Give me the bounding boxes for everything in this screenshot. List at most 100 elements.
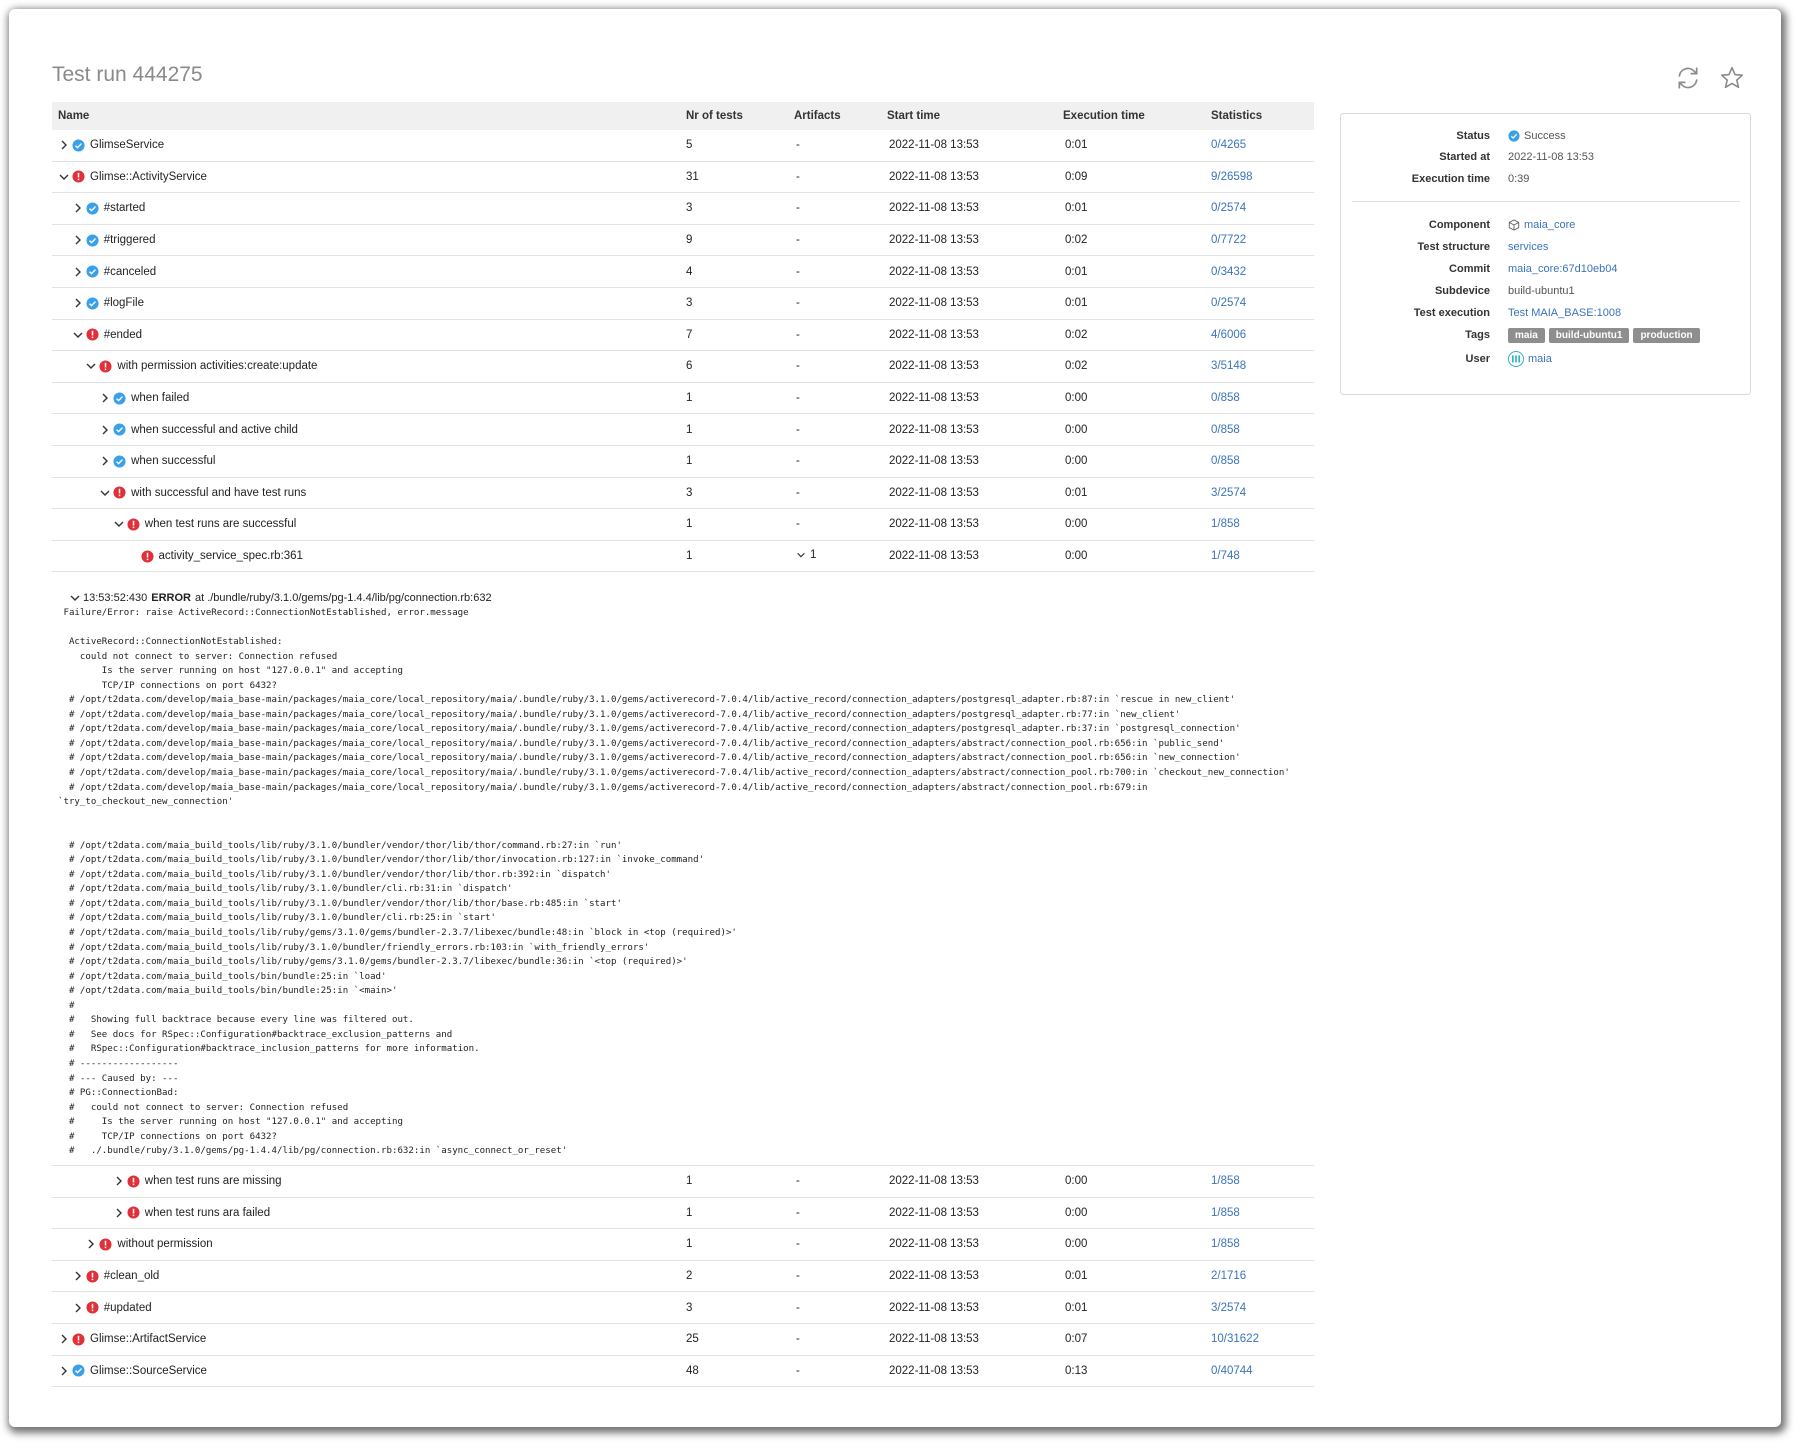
- test-name[interactable]: when successful and active child: [131, 424, 298, 436]
- column-header-statistics[interactable]: Statistics: [1205, 110, 1314, 122]
- log-header[interactable]: 13:53:52:430 ERROR at ./bundle/ruby/3.1.…: [69, 592, 492, 604]
- column-header-name[interactable]: Name: [52, 110, 680, 122]
- statistics-link[interactable]: 0/2574: [1211, 297, 1246, 309]
- test-name[interactable]: #ended: [104, 329, 142, 341]
- table-row[interactable]: when test runs are successful 1 - 2022-11-0…: [52, 509, 1314, 541]
- chevron-right-icon[interactable]: [99, 392, 111, 404]
- test-structure-link[interactable]: services: [1508, 241, 1548, 253]
- statistics-link[interactable]: 2/1716: [1211, 1270, 1246, 1282]
- statistics-link[interactable]: 0/858: [1211, 455, 1240, 467]
- statistics-link[interactable]: 3/2574: [1211, 1302, 1246, 1314]
- statistics-link[interactable]: 0/40744: [1211, 1365, 1253, 1377]
- table-row[interactable]: #started 3 - 2022-11-08 13:53 0:01 0/2574: [52, 193, 1314, 225]
- chevron-right-icon[interactable]: [113, 1207, 125, 1219]
- artifacts-toggle[interactable]: 1: [796, 549, 816, 561]
- statistics-link[interactable]: 0/7722: [1211, 234, 1246, 246]
- table-row[interactable]: with successful and have test runs 3 - 2022…: [52, 478, 1314, 510]
- commit-link[interactable]: maia_core:67d10eb04: [1508, 263, 1617, 275]
- tag-badge[interactable]: build-ubuntu1: [1548, 327, 1630, 343]
- statistics-link[interactable]: 1/858: [1211, 518, 1240, 530]
- chevron-right-icon[interactable]: [72, 202, 84, 214]
- table-row[interactable]: Glimse::SourceService 48 - 2022-11-08 13:53…: [52, 1356, 1314, 1388]
- statistics-link[interactable]: 9/26598: [1211, 171, 1253, 183]
- table-row[interactable]: Glimse::ArtifactService 25 - 2022-11-08 13:…: [52, 1324, 1314, 1356]
- table-row[interactable]: when successful and active child 1 - 2022-1…: [52, 414, 1314, 446]
- refresh-icon[interactable]: [1675, 65, 1701, 91]
- chevron-right-icon[interactable]: [113, 1175, 125, 1187]
- table-row[interactable]: when successful 1 - 2022-11-08 13:53 0:00 0/8…: [52, 446, 1314, 478]
- statistics-link[interactable]: 10/31622: [1211, 1333, 1259, 1345]
- chevron-right-icon[interactable]: [72, 266, 84, 278]
- test-name[interactable]: Glimse::ActivityService: [90, 171, 207, 183]
- statistics-link[interactable]: 0/2574: [1211, 202, 1246, 214]
- chevron-right-icon[interactable]: [58, 1365, 70, 1377]
- test-execution-link[interactable]: Test MAIA_BASE:1008: [1508, 307, 1621, 319]
- test-name[interactable]: without permission: [117, 1238, 212, 1250]
- test-name[interactable]: when test runs are successful: [145, 518, 297, 530]
- test-name[interactable]: GlimseService: [90, 139, 164, 151]
- chevron-right-icon[interactable]: [99, 455, 111, 467]
- user-link[interactable]: maia: [1528, 353, 1552, 365]
- table-row[interactable]: Glimse::ActivityService 31 - 2022-11-08 13:…: [52, 162, 1314, 194]
- statistics-link[interactable]: 1/858: [1211, 1238, 1240, 1250]
- table-row[interactable]: when test runs are missing 1 - 2022-11-08 1…: [52, 1166, 1314, 1198]
- statistics-link[interactable]: 3/5148: [1211, 360, 1246, 372]
- test-name[interactable]: #clean_old: [104, 1270, 160, 1282]
- table-row[interactable]: #logFile 3 - 2022-11-08 13:53 0:01 0/2574: [52, 288, 1314, 320]
- test-name[interactable]: when test runs ara failed: [145, 1207, 270, 1219]
- table-row[interactable]: #canceled 4 - 2022-11-08 13:53 0:01 0/3432: [52, 256, 1314, 288]
- chevron-down-icon[interactable]: [72, 329, 84, 341]
- table-row[interactable]: #clean_old 2 - 2022-11-08 13:53 0:01 2/1716: [52, 1261, 1314, 1293]
- table-row[interactable]: GlimseService 5 - 2022-11-08 13:53 0:01 0/426…: [52, 130, 1314, 162]
- test-name[interactable]: #logFile: [104, 297, 144, 309]
- table-row[interactable]: when failed 1 - 2022-11-08 13:53 0:00 0/858: [52, 383, 1314, 415]
- chevron-down-icon[interactable]: [113, 518, 125, 530]
- statistics-link[interactable]: 0/858: [1211, 392, 1240, 404]
- table-row[interactable]: #updated 3 - 2022-11-08 13:53 0:01 3/2574: [52, 1292, 1314, 1324]
- statistics-link[interactable]: 0/858: [1211, 424, 1240, 436]
- test-name[interactable]: with successful and have test runs: [131, 487, 306, 499]
- chevron-down-icon[interactable]: [58, 171, 70, 183]
- test-name[interactable]: #canceled: [104, 266, 156, 278]
- test-name[interactable]: Glimse::ArtifactService: [90, 1333, 206, 1345]
- column-header-execution-time[interactable]: Execution time: [1057, 110, 1205, 122]
- test-name[interactable]: when successful: [131, 455, 215, 467]
- statistics-link[interactable]: 3/2574: [1211, 487, 1246, 499]
- table-row[interactable]: activity_service_spec.rb:361 1 1 2022-11-08…: [52, 541, 1314, 573]
- chevron-down-icon[interactable]: [69, 592, 81, 604]
- chevron-right-icon[interactable]: [85, 1238, 97, 1250]
- chevron-right-icon[interactable]: [58, 139, 70, 151]
- column-header-nr-of-tests[interactable]: Nr of tests: [680, 110, 788, 122]
- chevron-right-icon[interactable]: [99, 424, 111, 436]
- test-name[interactable]: Glimse::SourceService: [90, 1365, 207, 1377]
- test-name[interactable]: when test runs are missing: [145, 1175, 282, 1187]
- chevron-right-icon[interactable]: [72, 1302, 84, 1314]
- table-row[interactable]: without permission 1 - 2022-11-08 13:53 0:00…: [52, 1229, 1314, 1261]
- chevron-right-icon[interactable]: [72, 297, 84, 309]
- chevron-right-icon[interactable]: [72, 1270, 84, 1282]
- column-header-artifacts[interactable]: Artifacts: [788, 110, 881, 122]
- component-link[interactable]: maia_core: [1524, 219, 1575, 231]
- statistics-link[interactable]: 0/3432: [1211, 266, 1246, 278]
- table-row[interactable]: #ended 7 - 2022-11-08 13:53 0:02 4/6006: [52, 320, 1314, 352]
- table-row[interactable]: with permission activities:create:update…: [52, 351, 1314, 383]
- table-row[interactable]: #triggered 9 - 2022-11-08 13:53 0:02 0/7722: [52, 225, 1314, 257]
- test-name[interactable]: #started: [104, 202, 146, 214]
- tag-badge[interactable]: maia: [1508, 327, 1545, 343]
- test-name[interactable]: with permission activities:create:update: [117, 360, 317, 372]
- statistics-link[interactable]: 1/858: [1211, 1175, 1240, 1187]
- statistics-link[interactable]: 1/858: [1211, 1207, 1240, 1219]
- test-name[interactable]: #updated: [104, 1302, 152, 1314]
- statistics-link[interactable]: 0/4265: [1211, 139, 1246, 151]
- chevron-down-icon[interactable]: [99, 487, 111, 499]
- table-row[interactable]: when test runs ara failed 1 - 2022-11-08 13…: [52, 1198, 1314, 1230]
- star-icon[interactable]: [1719, 65, 1745, 91]
- tag-badge[interactable]: production: [1633, 327, 1700, 343]
- column-header-start-time[interactable]: Start time: [881, 110, 1057, 122]
- test-name[interactable]: when failed: [131, 392, 189, 404]
- chevron-right-icon[interactable]: [58, 1333, 70, 1345]
- chevron-down-icon[interactable]: [85, 360, 97, 372]
- chevron-right-icon[interactable]: [72, 234, 84, 246]
- test-name[interactable]: activity_service_spec.rb:361: [159, 550, 303, 562]
- chevron-down-icon[interactable]: [796, 550, 806, 560]
